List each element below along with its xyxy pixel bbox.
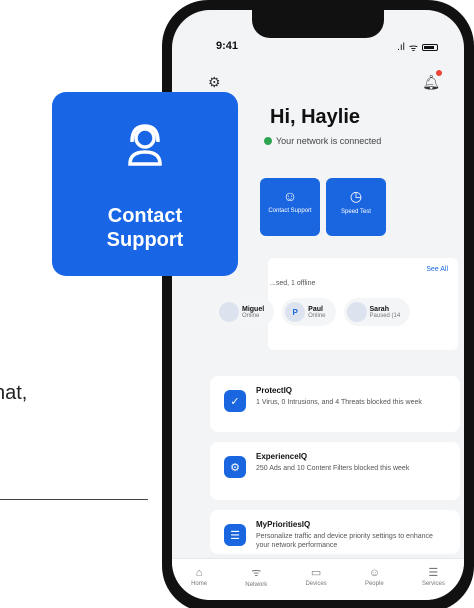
network-status-dot [264,137,272,145]
contact-support-icon: ☺ [282,188,298,204]
protectiq-card[interactable]: ✓ ProtectIQ 1 Virus, 0 Intrusions, and 4… [210,376,460,432]
tab-devices[interactable]: ▭ Devices [305,566,326,587]
person-name: Miguel [242,305,265,313]
tab-label: Devices [305,581,327,587]
card-description: 1 Virus, 0 Intrusions, and 4 Threats blo… [256,399,422,406]
devices-card: See All ...sed, 1 offline Miguel Online … [216,258,458,350]
signal-icon: .ıl [397,41,405,53]
tab-label: Services [421,581,445,587]
network-status: Your network is connected [264,136,381,146]
wifi-icon: ᯤ [408,43,418,54]
quick-action-speed-test[interactable]: ◷ Speed Test [326,178,386,236]
tab-services[interactable]: ☰ Services [422,566,445,587]
avatar [346,302,367,322]
background-divider [0,499,148,500]
speed-test-icon: ◷ [349,188,363,204]
bottom-tab-bar: ⌂ Home ᯤ Network ▭ Devices ☺ People ☰ Se… [172,558,464,600]
avatar [219,302,239,322]
screenshot-stage: hat, 9:41 .ıl ᯤ ⚙ 🔔︎ Hi, Haylie Your net… [0,0,474,608]
quick-action-contact-support[interactable]: ☺ Contact Support [260,178,320,236]
tab-label: Home [191,580,208,587]
network-status-text: Your network is connected [276,136,382,146]
priorities-icon: ☰ [224,524,246,546]
avatar: P [285,302,306,322]
quick-actions: ☺ Contact Support ◷ Speed Test [260,178,386,236]
background-text-fragment: hat, [0,382,28,404]
shield-check-icon: ✓ [224,390,246,412]
person-status: Online [242,312,260,319]
settings-gear-icon[interactable]: ⚙ [208,74,221,91]
network-icon: ᯤ [251,567,262,579]
people-chips: Miguel Online P Paul Online Sarah Paused… [216,298,411,326]
card-description: Personalize traffic and device priority … [256,533,433,550]
tab-people[interactable]: ☺ People [365,567,384,587]
notification-badge [436,70,442,76]
experienceiq-card[interactable]: ⚙ ExperienceIQ 250 Ads and 10 Content Fi… [210,442,460,500]
person-status: Paused (14 [369,312,401,319]
person-chip-miguel[interactable]: Miguel Online [216,298,275,326]
tab-label: Network [245,582,268,588]
notification-bell-icon[interactable]: 🔔︎ [422,74,440,91]
see-all-link[interactable]: See All [426,266,448,273]
contact-support-label: Contact Support [52,204,238,252]
person-status: Online [308,312,326,319]
quick-action-label: Contact Support [268,208,312,214]
contact-support-label-line2: Support [106,229,184,251]
contact-support-icon [128,124,162,166]
person-chip-paul[interactable]: P Paul Online [282,298,336,326]
status-icons: .ıl ᯤ [397,40,438,54]
devices-icon: ▭ [310,567,322,579]
people-icon: ☺ [368,566,380,579]
contact-support-label-line1: Contact [107,205,183,227]
home-icon: ⌂ [195,566,203,579]
person-name: Sarah [369,305,389,313]
tab-label: People [364,580,384,587]
status-time: 9:41 [216,40,239,52]
mypriorities-card[interactable]: ☰ MyPrioritiesIQ Personalize traffic and… [210,510,460,554]
card-description: 250 Ads and 10 Content Filters blocked t… [256,465,410,472]
tab-network[interactable]: ᯤ Network [245,565,267,588]
greeting-title: Hi, Haylie [270,106,361,128]
gear-experience-icon: ⚙ [224,456,246,478]
card-title: ExperienceIQ [256,452,308,461]
tab-home[interactable]: ⌂ Home [191,567,207,587]
person-name: Paul [308,305,323,313]
card-title: ProtectIQ [256,386,293,395]
battery-icon [422,43,438,51]
contact-support-callout[interactable]: Contact Support [52,92,238,276]
person-chip-sarah[interactable]: Sarah Paused (14 [343,298,411,326]
card-title: MyPrioritiesIQ [256,520,311,529]
quick-action-label: Speed Test [341,209,371,215]
phone-notch [252,10,384,38]
services-icon: ☰ [428,567,439,579]
devices-summary: ...sed, 1 offline [270,280,316,287]
